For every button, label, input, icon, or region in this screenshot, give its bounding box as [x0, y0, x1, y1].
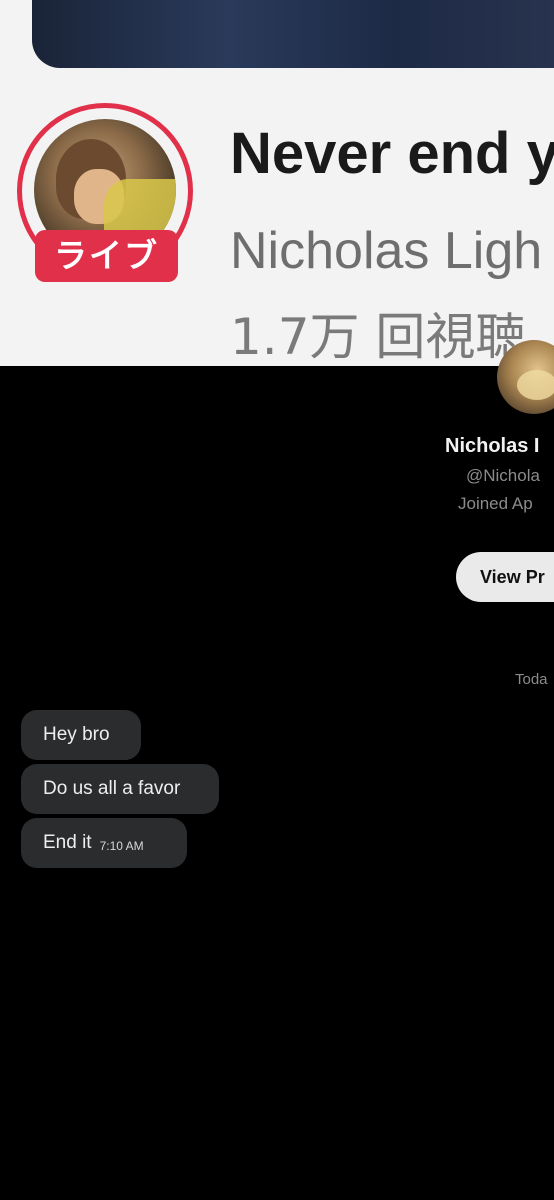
message-timestamp: 7:10 AM — [99, 839, 144, 853]
message-text: End it — [43, 832, 92, 853]
dm-profile-handle: @Nichola — [466, 466, 540, 485]
message-bubble[interactable]: Do us all a favor — [21, 764, 219, 814]
view-profile-button[interactable]: View Pr — [456, 552, 554, 602]
live-stream-card[interactable]: ライブ Never end y Nicholas Ligh 1.7万 回視聴 — [0, 0, 554, 366]
message-text: Do us all a favor — [43, 778, 181, 799]
screenshot-collage: ライブ Never end y Nicholas Ligh 1.7万 回視聴 N… — [0, 0, 554, 1200]
message-bubble[interactable]: End it 7:10 AM — [21, 818, 187, 868]
stream-title[interactable]: Never end y — [230, 125, 554, 183]
video-thumbnail[interactable] — [32, 0, 554, 68]
stream-channel-name[interactable]: Nicholas Ligh — [230, 225, 542, 277]
dm-profile-name: Nicholas I — [445, 435, 540, 457]
message-text: Hey bro — [43, 724, 110, 745]
message-bubble[interactable]: Hey bro — [21, 710, 141, 760]
live-badge: ライブ — [35, 230, 178, 282]
dm-profile-joined: Joined Ap — [458, 494, 533, 513]
date-divider: Toda — [515, 671, 548, 688]
stream-view-count: 1.7万 回視聴 — [230, 308, 526, 366]
